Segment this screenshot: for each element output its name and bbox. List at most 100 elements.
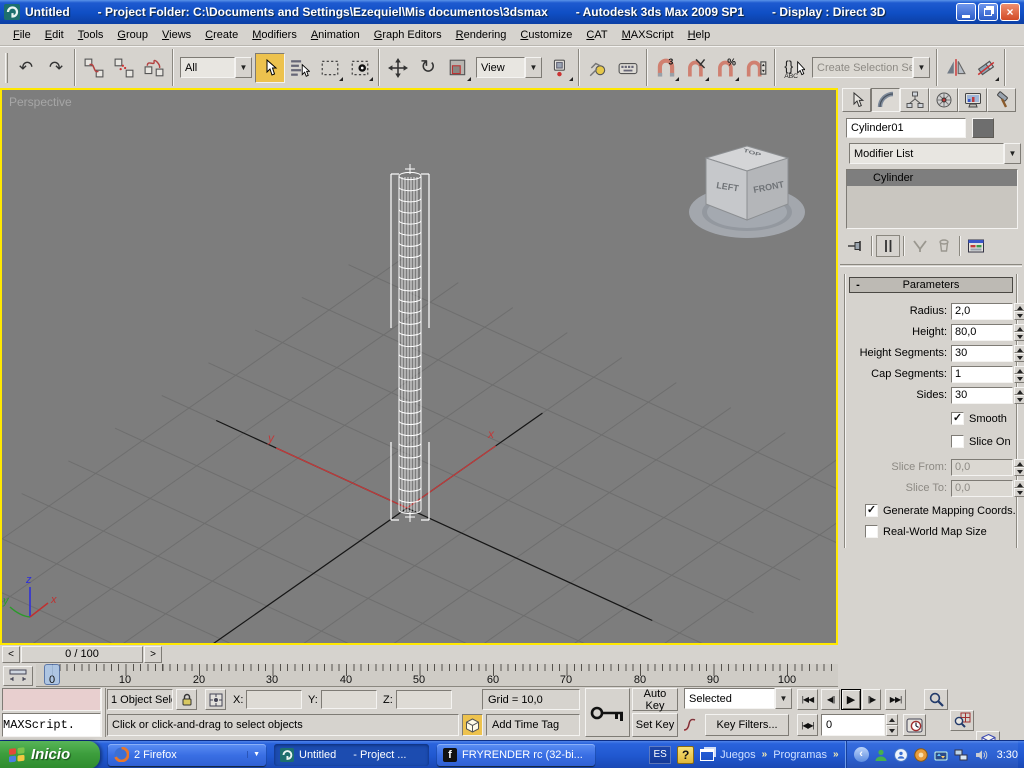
angle-snap-toggle-button[interactable] xyxy=(681,52,711,83)
set-keys-button[interactable] xyxy=(585,688,630,737)
select-and-move-button[interactable] xyxy=(383,52,413,83)
window-crossing-toggle-button[interactable] xyxy=(345,52,375,83)
select-and-link-icon[interactable] xyxy=(79,52,109,83)
current-frame-field[interactable]: 0 xyxy=(821,714,885,736)
play-button[interactable]: ▶ xyxy=(841,689,861,710)
time-slider[interactable]: 0 / 100 xyxy=(21,646,143,663)
smooth-checkbox[interactable]: ✓ xyxy=(951,412,964,425)
spinner-snap-toggle-button[interactable] xyxy=(741,52,771,83)
auto-key-button[interactable]: Auto Key xyxy=(632,688,678,712)
x-coordinate-field[interactable] xyxy=(246,690,302,709)
select-and-rotate-button[interactable]: ↻ xyxy=(413,52,443,83)
stack-item-cylinder[interactable]: Cylinder xyxy=(847,170,1017,186)
default-tangents-icon[interactable] xyxy=(681,714,701,736)
select-object-button[interactable] xyxy=(255,52,285,83)
expand-arrow-icon[interactable]: » xyxy=(833,749,839,760)
menu-customize[interactable]: Customize xyxy=(513,26,579,44)
cap-segments-spinner[interactable] xyxy=(1014,365,1024,383)
object-color-swatch[interactable] xyxy=(972,118,994,138)
menu-group[interactable]: Group xyxy=(110,26,155,44)
toolbar-grip[interactable] xyxy=(5,52,8,83)
tab-motion-icon[interactable] xyxy=(929,88,958,112)
menu-file[interactable]: File xyxy=(6,26,38,44)
tab-hierarchy-icon[interactable] xyxy=(900,88,929,112)
previous-frame-slider-button[interactable]: < xyxy=(2,646,20,663)
snaps-toggle-button[interactable]: 3 xyxy=(651,52,681,83)
pin-stack-icon[interactable] xyxy=(844,235,868,257)
reference-coordinate-system-dropdown[interactable]: View ▼ xyxy=(476,57,542,78)
sides-spinner[interactable] xyxy=(1014,386,1024,404)
mirror-button[interactable] xyxy=(941,52,971,83)
volume-tray-icon[interactable] xyxy=(973,747,989,763)
percent-snap-toggle-button[interactable]: % xyxy=(711,52,741,83)
modifier-stack[interactable]: Cylinder xyxy=(846,169,1018,229)
configure-modifier-sets-icon[interactable] xyxy=(964,235,988,257)
redo-button[interactable]: ↷ xyxy=(41,52,71,83)
height-field[interactable]: 80,0 xyxy=(951,323,1013,341)
start-button[interactable]: Inicio xyxy=(0,740,100,768)
real-world-map-size-checkbox[interactable] xyxy=(865,525,878,538)
next-frame-button[interactable]: ||▶ xyxy=(862,689,881,710)
height-segments-spinner[interactable] xyxy=(1014,344,1024,362)
rectangular-selection-region-button[interactable] xyxy=(315,52,345,83)
menu-views[interactable]: Views xyxy=(155,26,198,44)
adaptive-degradation-icon[interactable] xyxy=(462,714,483,736)
collapse-icon[interactable]: - xyxy=(850,279,866,291)
key-mode-toggle-button[interactable]: |◀▶| xyxy=(797,714,818,736)
restore-button[interactable] xyxy=(978,3,998,21)
messenger-user-tray-icon[interactable] xyxy=(873,747,889,763)
previous-frame-button[interactable]: ◀|| xyxy=(821,689,840,710)
modifier-list-dropdown[interactable]: Modifier List ▼ xyxy=(849,143,1021,164)
menu-help[interactable]: Help xyxy=(681,26,718,44)
frame-spinner[interactable] xyxy=(886,714,898,736)
align-button[interactable] xyxy=(971,52,1001,83)
zoom-all-icon[interactable] xyxy=(950,710,974,731)
tab-modify-icon[interactable] xyxy=(871,88,900,112)
sides-field[interactable]: 30 xyxy=(951,386,1013,404)
perspective-viewport[interactable]: x y Perspective LEFT FRONT TOP z y x xyxy=(0,88,838,645)
height-spinner[interactable] xyxy=(1014,323,1024,341)
named-selection-set-combobox[interactable]: Create Selection Set ▼ xyxy=(812,57,930,78)
absolute-mode-transform-icon[interactable] xyxy=(205,689,226,710)
cap-segments-field[interactable]: 1 xyxy=(951,365,1013,383)
menu-modifiers[interactable]: Modifiers xyxy=(245,26,304,44)
minimize-button[interactable] xyxy=(956,3,976,21)
keyboard-shortcut-override-button[interactable] xyxy=(613,52,643,83)
undo-button[interactable]: ↶ xyxy=(11,52,41,83)
remove-modifier-icon[interactable] xyxy=(932,235,956,257)
object-name-field[interactable]: Cylinder01 xyxy=(846,118,966,138)
make-unique-icon[interactable] xyxy=(908,235,932,257)
open-mini-curve-editor-button[interactable] xyxy=(3,666,33,686)
listener-splitter[interactable] xyxy=(101,688,106,737)
set-key-button[interactable]: Set Key xyxy=(632,713,678,737)
show-end-result-icon[interactable] xyxy=(876,235,900,257)
parameters-rollout-header[interactable]: - Parameters xyxy=(849,277,1013,293)
quicklaunch-juegos[interactable]: Juegos xyxy=(720,749,755,761)
track-bar[interactable]: 0 10 20 30 40 50 60 70 80 90 100 xyxy=(36,664,838,687)
menu-graph-editors[interactable]: Graph Editors xyxy=(367,26,449,44)
slice-on-checkbox[interactable] xyxy=(951,435,964,448)
z-coordinate-field[interactable] xyxy=(396,690,452,709)
next-frame-slider-button[interactable]: > xyxy=(144,646,162,663)
messenger-tray-icon[interactable] xyxy=(893,747,909,763)
goto-start-button[interactable]: |◀◀ xyxy=(797,689,818,710)
zoom-icon[interactable] xyxy=(924,689,948,710)
bind-to-space-warp-icon[interactable] xyxy=(139,52,169,83)
task-group-arrow-icon[interactable]: ▼ xyxy=(247,751,260,758)
tab-display-icon[interactable] xyxy=(958,88,987,112)
unlink-selection-icon[interactable] xyxy=(109,52,139,83)
menu-rendering[interactable]: Rendering xyxy=(449,26,514,44)
taskbar-clock[interactable]: 3:30 xyxy=(997,749,1018,761)
key-filters-button[interactable]: Key Filters... xyxy=(705,714,789,736)
network-computers-tray-icon[interactable] xyxy=(953,747,969,763)
menu-maxscript[interactable]: MAXScript xyxy=(615,26,681,44)
viewport-label[interactable]: Perspective xyxy=(9,95,72,109)
select-and-manipulate-button[interactable] xyxy=(583,52,613,83)
restore-window-tray-icon[interactable] xyxy=(700,748,715,761)
network-activity-tray-icon[interactable] xyxy=(933,747,949,763)
menu-edit[interactable]: Edit xyxy=(38,26,71,44)
menu-tools[interactable]: Tools xyxy=(71,26,111,44)
generate-mapping-coords-checkbox[interactable]: ✓ xyxy=(865,504,878,517)
menu-animation[interactable]: Animation xyxy=(304,26,367,44)
tab-utilities-icon[interactable] xyxy=(987,88,1016,112)
